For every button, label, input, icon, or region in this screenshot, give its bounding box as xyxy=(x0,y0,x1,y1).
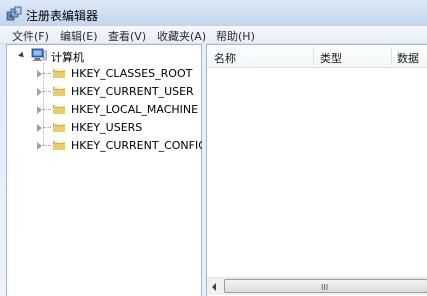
tree-connector xyxy=(43,91,51,92)
expand-arrow-icon[interactable] xyxy=(18,51,26,60)
horizontal-scrollbar[interactable]: III xyxy=(207,277,427,295)
expand-arrow-icon[interactable] xyxy=(37,70,42,78)
folder-icon xyxy=(53,68,65,78)
values-list-pane[interactable]: 名称 类型 数据 III xyxy=(206,44,427,296)
registry-editor-window: 注册表编辑器 文件(F) 编辑(E) 查看(V) 收藏夹(A) 帮助(H) 计算… xyxy=(0,0,427,296)
expand-arrow-icon[interactable] xyxy=(37,88,42,96)
registry-app-icon xyxy=(6,6,22,21)
tree-item-label: HKEY_CURRENT_CONFIG xyxy=(71,139,207,152)
column-divider[interactable] xyxy=(313,47,314,65)
tree-item-label: HKEY_CURRENT_USER xyxy=(71,85,194,98)
expand-arrow-icon[interactable] xyxy=(37,106,42,114)
column-divider[interactable] xyxy=(391,47,392,65)
expand-arrow-icon[interactable] xyxy=(37,142,42,150)
tree-connector xyxy=(43,109,51,110)
expand-arrow-icon[interactable] xyxy=(37,124,42,132)
scroll-left-arrow-icon[interactable] xyxy=(212,283,216,291)
menu-help[interactable]: 帮助(H) xyxy=(216,28,255,44)
column-header-type[interactable]: 类型 xyxy=(320,50,342,66)
tree-item-label: HKEY_USERS xyxy=(71,121,143,134)
computer-icon xyxy=(31,48,47,61)
folder-icon xyxy=(53,122,65,132)
menu-file[interactable]: 文件(F) xyxy=(12,28,49,44)
tree-node-computer[interactable]: 计算机 xyxy=(7,47,197,65)
column-header-name[interactable]: 名称 xyxy=(214,50,236,66)
column-header-data[interactable]: 数据 xyxy=(397,50,419,66)
registry-tree-pane[interactable]: 计算机 HKEY_CLASSES_ROOT HKEY_CURRENT_USER xyxy=(6,44,207,296)
menu-favorites[interactable]: 收藏夹(A) xyxy=(157,28,206,44)
tree-connector xyxy=(43,127,51,128)
list-header: 名称 类型 数据 xyxy=(207,45,427,68)
tree-item-label: HKEY_LOCAL_MACHINE xyxy=(71,103,199,116)
tree-node-hkey-local-machine[interactable]: HKEY_LOCAL_MACHINE xyxy=(7,101,199,119)
tree-connector xyxy=(43,145,51,146)
title-bar[interactable]: 注册表编辑器 xyxy=(0,0,427,26)
folder-icon xyxy=(53,140,65,150)
menu-bar: 文件(F) 编辑(E) 查看(V) 收藏夹(A) 帮助(H) xyxy=(0,26,427,44)
scroll-grip: III xyxy=(321,283,329,292)
tree-node-hkey-users[interactable]: HKEY_USERS xyxy=(7,119,197,137)
tree-connector xyxy=(43,73,51,74)
folder-icon xyxy=(53,86,65,96)
tree-node-hkey-current-config[interactable]: HKEY_CURRENT_CONFIG xyxy=(7,137,207,155)
menu-edit[interactable]: 编辑(E) xyxy=(60,28,98,44)
tree-item-label: HKEY_CLASSES_ROOT xyxy=(71,67,193,80)
tree-root-label: 计算机 xyxy=(51,51,84,64)
scroll-thumb[interactable]: III xyxy=(224,279,427,293)
tree-node-hkey-classes-root[interactable]: HKEY_CLASSES_ROOT xyxy=(7,65,197,83)
window-title: 注册表编辑器 xyxy=(26,9,99,23)
folder-icon xyxy=(53,104,65,114)
tree-node-hkey-current-user[interactable]: HKEY_CURRENT_USER xyxy=(7,83,197,101)
menu-view[interactable]: 查看(V) xyxy=(108,28,146,44)
